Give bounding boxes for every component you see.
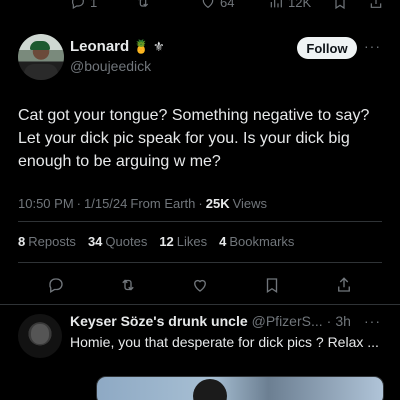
heart-icon [194,279,206,292]
reply-time[interactable]: 3h [335,313,351,329]
meta-separator: · [76,196,81,211]
like-count-top: 64 [220,0,235,10]
bookmark-button[interactable] [261,274,283,296]
tweet-text: Cat got your tongue? Something negative … [18,107,370,170]
divider [18,221,382,222]
like-button[interactable] [189,274,211,296]
stat-label: Bookmarks [229,234,295,249]
name-emojis: 🍍 ⚜ [133,38,165,54]
follow-button[interactable]: Follow [297,37,357,59]
views-count-top: 12K [288,0,312,10]
bookmark-icon [335,0,345,10]
bookmark-icon [266,278,278,294]
stat-number: 34 [87,234,103,249]
reply-icon [71,0,84,10]
reply-action-top[interactable]: 1 [70,0,97,10]
repost-icon [122,279,134,291]
stat-quotes[interactable]: 34 Quotes [88,234,147,249]
tweet-time[interactable]: 10:50 PM [18,196,74,211]
more-options-icon[interactable]: ··· [364,38,381,54]
stat-number: 8 [18,234,26,249]
reply-header: Keyser Söze's drunk uncle @PfizerS... · … [70,313,351,329]
share-icon [370,0,382,8]
repost-button[interactable] [117,274,139,296]
reply-icon [49,278,63,293]
reply-separator: · [326,313,332,329]
reply-avatar-face [31,324,49,344]
share-icon [338,277,350,292]
divider [0,304,400,305]
stat-label: Reposts [28,234,76,249]
like-action-top[interactable]: 64 [200,0,234,10]
author-name-row[interactable]: Leonard 🍍 ⚜ [70,38,165,55]
avatar-cap [30,41,50,50]
tweet-source: From Earth [130,196,196,211]
stat-likes[interactable]: 12 Likes [159,234,207,249]
repost-action-top[interactable] [135,0,151,10]
display-name[interactable]: Leonard [70,38,129,55]
previous-tweet-actions: 1 64 12K [0,0,400,12]
bookmark-action-top[interactable] [332,0,348,10]
reply-button[interactable] [45,274,67,296]
repost-icon [138,0,149,7]
stat-number: 4 [219,234,227,249]
views-icon [270,0,282,8]
heart-icon [202,0,214,9]
reply-display-name[interactable]: Keyser Söze's drunk uncle [70,313,248,329]
engagement-stats: 8 Reposts 34 Quotes 12 Likes 4 Bookmarks [18,234,294,249]
reply-text: Homie, you that desperate for dick pics … [70,334,379,350]
reply-handle[interactable]: @PfizerS... [252,313,323,329]
meta-separator: · [198,196,203,211]
divider [18,262,382,263]
reply-media-image[interactable] [96,376,384,400]
user-handle[interactable]: @boujeedick [70,58,151,74]
reply-count-top: 1 [90,0,98,10]
stat-reposts[interactable]: 8 Reposts [18,234,76,249]
stat-label: Quotes [105,234,148,249]
views-count: 25K [205,196,230,211]
share-action-top[interactable] [368,0,384,10]
tweet-action-bar [0,274,400,296]
media-figure [193,379,227,400]
reply-avatar[interactable] [18,314,62,358]
stat-bookmarks[interactable]: 4 Bookmarks [219,234,294,249]
views-action-top[interactable]: 12K [268,0,311,10]
avatar[interactable] [18,34,64,80]
stat-number: 12 [159,234,174,249]
avatar-shirt [24,64,58,80]
share-button[interactable] [333,274,355,296]
tweet-date[interactable]: 1/15/24 [84,196,127,211]
reply-more-options-icon[interactable]: ··· [364,313,381,329]
views-label: Views [232,196,268,211]
tweet-meta: 10:50 PM · 1/15/24 From Earth · 25K View… [18,196,267,211]
stat-label: Likes [176,234,208,249]
